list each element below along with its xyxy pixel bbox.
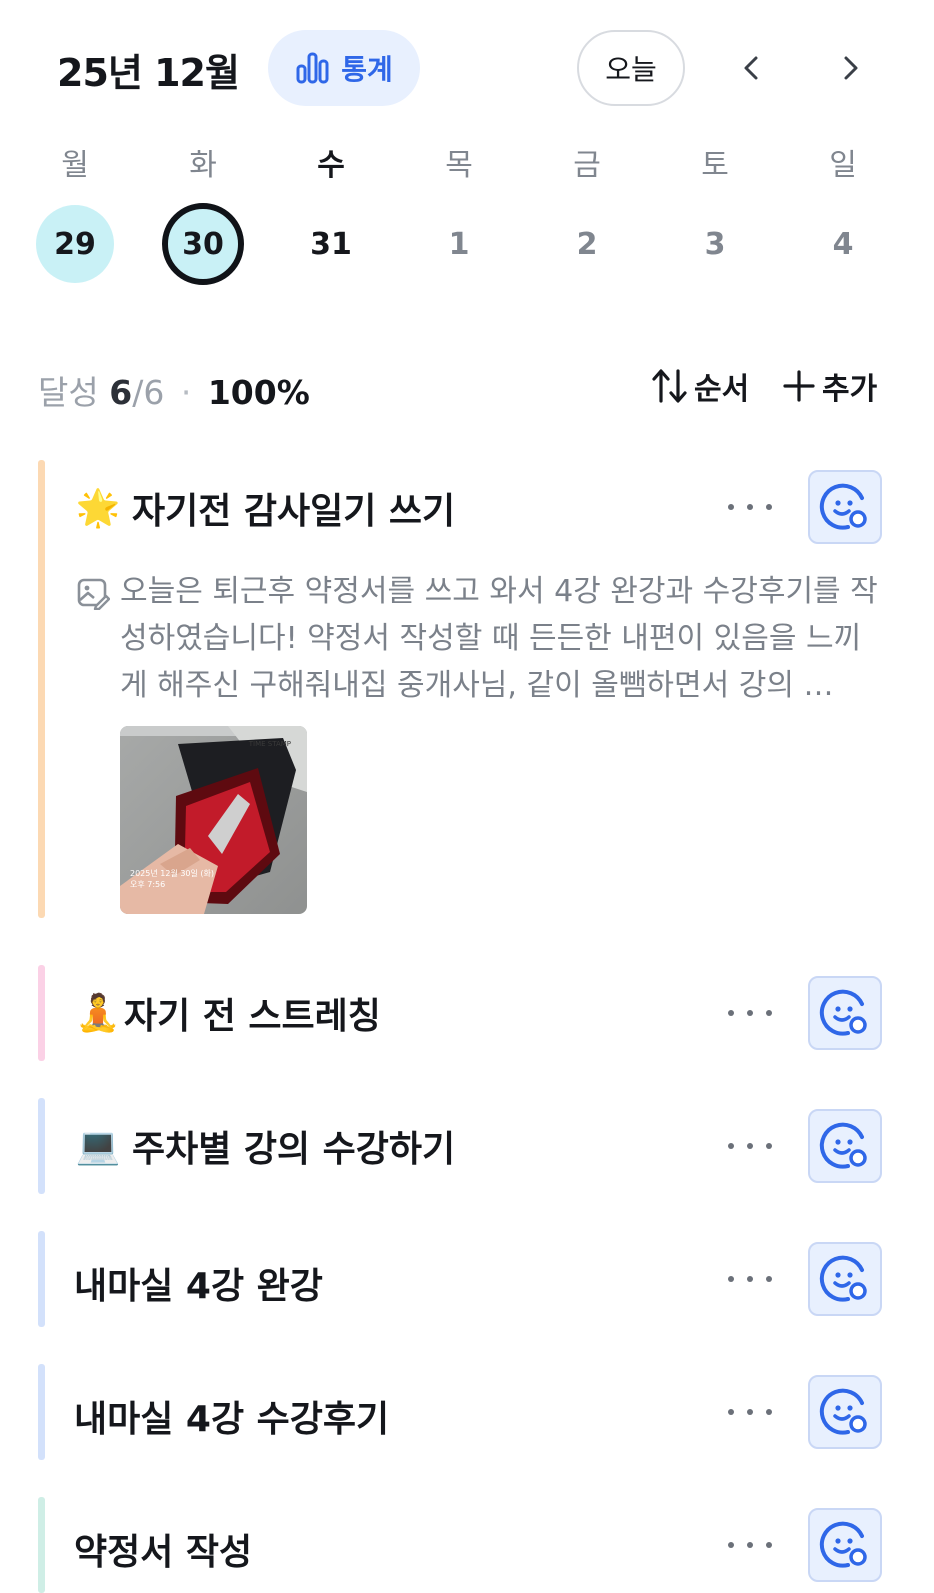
habit-card[interactable]: 약정서 작성 — [38, 1497, 898, 1593]
stats-label: 통계 — [341, 53, 393, 86]
sort-button[interactable]: 순서 — [650, 364, 749, 408]
more-options-button[interactable] — [728, 1136, 772, 1156]
more-options-button[interactable] — [728, 497, 772, 517]
habit-card[interactable]: 내마실 4강 수강후기 — [38, 1364, 898, 1460]
habit-card[interactable]: 🌟 자기전 감사일기 쓰기 오늘은 퇴근후 약정서를 쓰고 와서 4강 완강과 … — [38, 460, 898, 918]
smiley-check-icon — [819, 1388, 867, 1435]
date-cell[interactable]: 29 — [36, 205, 114, 283]
star-icon: 🌟 — [75, 488, 121, 529]
chevron-right-icon — [844, 56, 858, 80]
weekday-mon: 월 — [61, 148, 89, 183]
habit-color-bar — [38, 1364, 45, 1460]
date-cell[interactable]: 3 — [676, 205, 754, 283]
weekday-thu: 목 — [445, 148, 473, 183]
header: 25년 12월 통계 오늘 — [0, 0, 934, 140]
check-in-button[interactable] — [808, 1242, 882, 1316]
weekday-row: 월 화 수 목 금 토 일 — [0, 140, 934, 192]
habit-title: 🌟 자기전 감사일기 쓰기 — [74, 482, 456, 534]
progress-done-count: 6 — [109, 373, 133, 412]
today-button[interactable]: 오늘 — [577, 30, 685, 106]
progress-summary: 달성 6/6 · 100% — [38, 366, 310, 414]
progress-row: 달성 6/6 · 100% 순서 추가 — [38, 362, 898, 412]
more-options-button[interactable] — [728, 1402, 772, 1422]
chevron-left-icon — [744, 56, 758, 80]
check-in-button[interactable] — [808, 976, 882, 1050]
sort-label: 순서 — [694, 372, 750, 407]
photo-brand-text: TIME STAMP — [248, 740, 291, 748]
weekday-fri: 금 — [573, 148, 601, 183]
smiley-check-icon — [819, 1255, 867, 1302]
progress-percent: 100% — [207, 373, 310, 412]
smiley-check-icon — [819, 1122, 867, 1169]
habit-title: 내마실 4강 수강후기 — [74, 1390, 389, 1442]
date-cell[interactable]: 4 — [804, 205, 882, 283]
next-week-button[interactable] — [826, 44, 874, 92]
progress-total-count: /6 — [132, 373, 165, 412]
habit-title-text: 자기 전 스트레칭 — [124, 996, 381, 1037]
habit-card[interactable]: 🧘 자기 전 스트레칭 — [38, 965, 898, 1061]
photo-memo-icon — [77, 578, 110, 610]
habit-color-bar — [38, 1497, 45, 1593]
month-title[interactable]: 25년 12월 — [57, 42, 240, 97]
habit-title-text: 주차별 강의 수강하기 — [132, 1129, 456, 1170]
habit-title: 내마실 4강 완강 — [74, 1257, 323, 1309]
smiley-check-icon — [819, 989, 867, 1036]
photo-timestamp: 2025년 12월 30일 (화) 오후 7:56 — [130, 868, 214, 890]
weekday-wed: 수 — [317, 148, 345, 183]
previous-week-button[interactable] — [728, 44, 776, 92]
date-cell[interactable]: 2 — [548, 205, 626, 283]
sort-arrows-icon — [652, 369, 687, 403]
weekday-sat: 토 — [701, 148, 729, 183]
check-in-button[interactable] — [808, 1109, 882, 1183]
progress-separator: · — [180, 373, 192, 412]
yoga-icon: 🧘 — [75, 993, 121, 1034]
laptop-icon: 💻 — [75, 1126, 121, 1167]
photo-timestamp-date: 2025년 12월 30일 (화) — [130, 869, 215, 878]
more-options-button[interactable] — [728, 1269, 772, 1289]
date-cell[interactable]: 1 — [420, 205, 498, 283]
habit-color-bar — [38, 1098, 45, 1194]
habit-color-bar — [38, 460, 45, 918]
habit-color-bar — [38, 1231, 45, 1327]
check-in-button[interactable] — [808, 1375, 882, 1449]
memo-photo[interactable]: TIME STAMP 2025년 12월 30일 (화) 오후 7:56 — [120, 726, 307, 914]
photo-timestamp-time: 오후 7:56 — [130, 880, 166, 889]
add-habit-button[interactable]: 추가 — [782, 364, 877, 408]
check-in-button[interactable] — [808, 470, 882, 544]
weekday-tue: 화 — [189, 148, 217, 183]
habit-memo-text[interactable]: 오늘은 퇴근후 약정서를 쓰고 와서 4강 완강과 수강후기를 작성하였습니다!… — [120, 568, 880, 709]
check-in-button[interactable] — [808, 1508, 882, 1582]
habit-color-bar — [38, 965, 45, 1061]
date-cell-selected[interactable]: 30 — [162, 203, 244, 285]
more-options-button[interactable] — [728, 1535, 772, 1555]
weekday-sun: 일 — [829, 148, 857, 183]
habit-title-text: 내마실 4강 완강 — [74, 1266, 323, 1307]
progress-label: 달성 — [38, 373, 99, 412]
habit-card[interactable]: 내마실 4강 완강 — [38, 1231, 898, 1327]
habit-title: 🧘 자기 전 스트레칭 — [74, 987, 381, 1039]
habit-title-text: 내마실 4강 수강후기 — [74, 1399, 390, 1440]
habit-card[interactable]: 💻 주차별 강의 수강하기 — [38, 1098, 898, 1194]
habit-title: 💻 주차별 강의 수강하기 — [74, 1120, 456, 1172]
more-options-button[interactable] — [728, 1003, 772, 1023]
date-row: 29 30 31 1 2 3 4 — [0, 203, 934, 289]
date-cell-today[interactable]: 31 — [292, 205, 370, 283]
bar-chart-icon — [296, 52, 329, 84]
add-label: 추가 — [822, 372, 878, 407]
smiley-check-icon — [819, 1521, 867, 1568]
habit-title-text: 약정서 작성 — [74, 1532, 253, 1573]
plus-icon — [783, 370, 815, 402]
habit-title: 약정서 작성 — [74, 1523, 252, 1575]
stats-button[interactable]: 통계 — [268, 30, 420, 106]
habit-title-text: 자기전 감사일기 쓰기 — [132, 491, 456, 532]
smiley-check-icon — [819, 483, 867, 530]
